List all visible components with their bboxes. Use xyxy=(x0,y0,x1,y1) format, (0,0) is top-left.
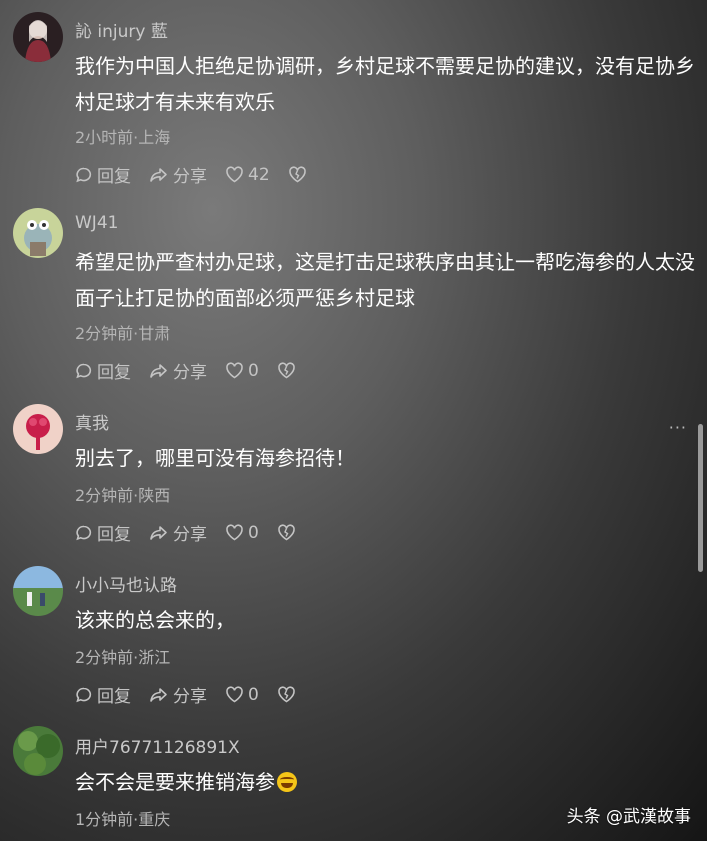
like-count: 42 xyxy=(248,164,270,185)
broken-heart-icon xyxy=(278,524,295,541)
reply-label: 回复 xyxy=(97,363,131,383)
comment-meta: 2分钟前·甘肃 xyxy=(75,324,171,343)
comment-username[interactable]: 真我 xyxy=(75,409,109,434)
heart-icon xyxy=(226,524,243,541)
share-arrow-icon xyxy=(150,687,167,702)
comment-username[interactable]: 小小马也认路 xyxy=(75,571,177,596)
comment-bubble-icon xyxy=(76,363,92,378)
comment-meta: 1分钟前·重庆 xyxy=(75,810,171,829)
grin-sweat-emoji-icon xyxy=(277,772,297,792)
reply-button[interactable]: 回复 xyxy=(75,520,131,545)
user-avatar[interactable] xyxy=(13,208,63,258)
reply-button[interactable]: 回复 xyxy=(75,682,131,707)
share-label: 分享 xyxy=(173,525,207,545)
share-arrow-icon xyxy=(150,525,167,540)
dislike-button[interactable] xyxy=(277,686,296,703)
dislike-button[interactable] xyxy=(277,362,296,379)
comment-username[interactable]: WJ41 xyxy=(75,213,118,233)
comment-text: 会不会是要来推销海参 xyxy=(75,764,695,800)
share-label: 分享 xyxy=(173,167,207,187)
like-count: 0 xyxy=(248,684,259,705)
dislike-button[interactable] xyxy=(277,524,296,541)
scrollbar[interactable] xyxy=(698,424,703,572)
comment-username[interactable]: 用户76771126891X xyxy=(75,733,240,758)
reply-label: 回复 xyxy=(97,525,131,545)
like-button[interactable]: 0 xyxy=(225,685,259,705)
user-avatar[interactable] xyxy=(13,566,63,616)
broken-heart-icon xyxy=(278,686,295,703)
comment-text: 希望足协严查村办足球，这是打击足球秩序由其让一帮吃海参的人太没面子让打足协的面部… xyxy=(75,250,695,310)
dislike-button[interactable] xyxy=(288,166,307,183)
reply-label: 回复 xyxy=(97,167,131,187)
comment-actions: 回复 分享 0 xyxy=(75,358,296,383)
heart-icon xyxy=(226,686,243,703)
heart-icon xyxy=(226,166,243,183)
share-label: 分享 xyxy=(173,687,207,707)
like-button[interactable]: 0 xyxy=(225,523,259,543)
comment-text-content: 会不会是要来推销海参 xyxy=(75,770,275,794)
comment-text: 我作为中国人拒绝足协调研，乡村足球不需要足协的建议，没有足协乡村足球才有未来有欢… xyxy=(75,54,695,114)
broken-heart-icon xyxy=(288,166,306,183)
comment-meta: 2分钟前·陕西 xyxy=(75,486,171,505)
share-button[interactable]: 分享 xyxy=(149,520,207,545)
comment-username[interactable]: 訫 injury 藍 xyxy=(75,17,168,42)
reply-label: 回复 xyxy=(97,687,131,707)
reply-button[interactable]: 回复 xyxy=(75,358,131,383)
comment-actions: 回复 分享 0 xyxy=(75,520,296,545)
user-avatar[interactable] xyxy=(13,12,63,62)
share-arrow-icon xyxy=(150,363,167,378)
like-button[interactable]: 0 xyxy=(225,361,259,381)
share-button[interactable]: 分享 xyxy=(149,162,207,187)
share-button[interactable]: 分享 xyxy=(149,682,207,707)
share-button[interactable]: 分享 xyxy=(149,358,207,383)
like-count: 0 xyxy=(248,360,259,381)
comment-actions: 回复 分享 42 xyxy=(75,162,307,187)
comment-text: 别去了，哪里可没有海参招待！ xyxy=(75,446,355,470)
like-count: 0 xyxy=(248,522,259,543)
reply-button[interactable]: 回复 xyxy=(75,162,131,187)
share-arrow-icon xyxy=(150,167,167,182)
comment-meta: 2小时前·上海 xyxy=(75,128,171,147)
user-avatar[interactable] xyxy=(13,726,63,776)
comment-bubble-icon xyxy=(76,167,92,182)
watermark: 头条 @武漢故事 xyxy=(566,807,691,827)
comment-meta: 2分钟前·浙江 xyxy=(75,648,171,667)
broken-heart-icon xyxy=(278,362,295,379)
comment-text: 该来的总会来的， xyxy=(75,608,235,632)
comment-actions: 回复 分享 0 xyxy=(75,682,296,707)
heart-icon xyxy=(226,362,243,379)
like-button[interactable]: 42 xyxy=(225,165,270,185)
share-label: 分享 xyxy=(173,363,207,383)
comment-bubble-icon xyxy=(76,687,92,702)
user-avatar[interactable] xyxy=(13,404,63,454)
comment-bubble-icon xyxy=(76,525,92,540)
more-options-button[interactable]: ··· xyxy=(669,418,687,437)
